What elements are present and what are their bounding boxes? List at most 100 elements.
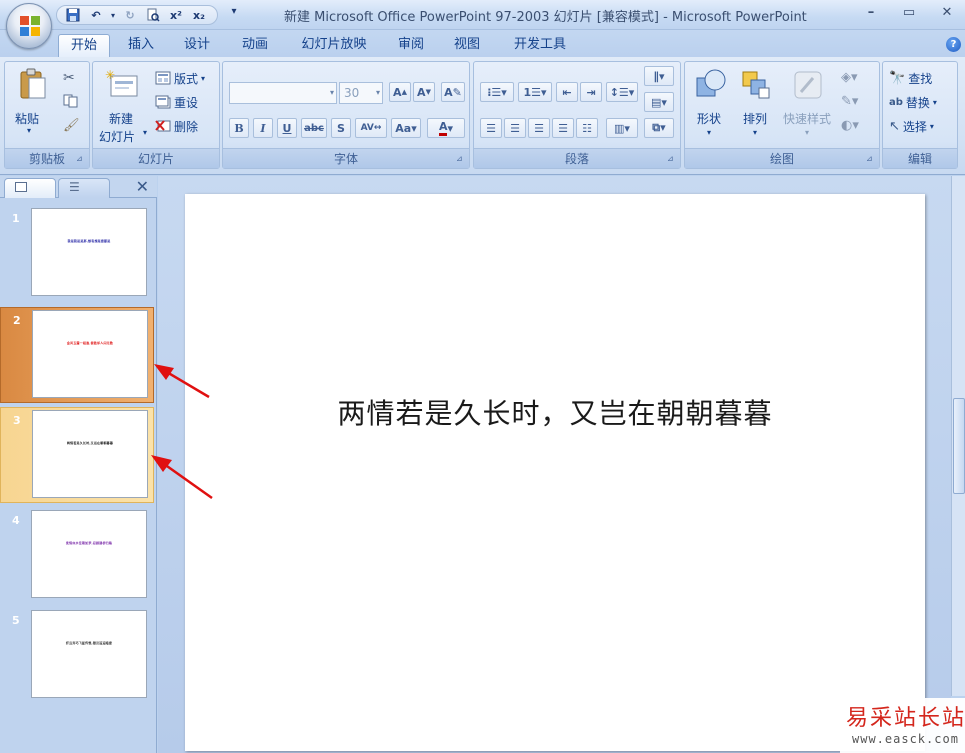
paragraph-launcher-icon[interactable]: ⊿: [667, 154, 677, 164]
increase-indent-icon[interactable]: ⇥: [580, 82, 602, 102]
numbering-icon[interactable]: 1☰▾: [518, 82, 552, 102]
distributed-icon[interactable]: ☷: [576, 118, 598, 138]
arrange-button[interactable]: 排列 ▾: [735, 66, 779, 144]
slide-canvas[interactable]: 两情若是久长时，又岂在朝朝暮暮: [185, 194, 925, 751]
reset-button[interactable]: 重设: [155, 92, 198, 112]
undo-dropdown-icon[interactable]: ▾: [109, 6, 117, 24]
strikethrough-icon[interactable]: abc: [301, 118, 327, 138]
tab-design[interactable]: 设计: [174, 34, 220, 58]
font-name-combo[interactable]: ▾: [229, 82, 337, 104]
slides-panel: ☰ ✕ 1 我是我是是那,想有想是您都是 2 金风玉露一相逢,便胜却人间无数 3…: [0, 176, 157, 753]
print-preview-icon[interactable]: [143, 6, 163, 24]
minimize-button[interactable]: –: [861, 4, 881, 22]
close-button[interactable]: ✕: [937, 4, 957, 22]
smartart-icon[interactable]: ⧉▾: [644, 118, 674, 138]
tab-home[interactable]: 开始: [58, 34, 110, 58]
tab-view[interactable]: 视图: [444, 34, 490, 58]
new-slide-button[interactable]: ✳ 新建 幻灯片 ▾: [97, 66, 151, 144]
change-case-icon[interactable]: Aa▾: [391, 118, 421, 138]
shape-effects-icon[interactable]: ◐▾: [841, 118, 859, 133]
delete-slide-button[interactable]: 删除: [155, 116, 198, 136]
clear-format-icon[interactable]: A✎: [441, 82, 465, 102]
thumbnail-text: 纤云弄巧飞星传恨,银汉迢迢暗度: [65, 641, 113, 645]
scrollbar-thumb[interactable]: [953, 398, 965, 494]
slide-thumbnail: 我是我是是那,想有想是您都是: [31, 208, 147, 296]
text-direction-icon[interactable]: ∥▾: [644, 66, 674, 86]
align-text-icon[interactable]: ▤▾: [644, 92, 674, 112]
group-label-editing: 编辑: [883, 148, 957, 168]
maximize-button[interactable]: ▭: [899, 4, 919, 22]
layout-dropdown-icon: ▾: [201, 73, 206, 83]
tab-review[interactable]: 审阅: [388, 34, 434, 58]
tab-slides[interactable]: [4, 178, 56, 198]
slide-thumb-3[interactable]: 3 两情若是久长时,又岂在朝朝暮暮: [0, 407, 154, 503]
help-icon[interactable]: ?: [946, 37, 961, 52]
title-bar: ↶ ▾ ↻ x² x₂ ▾ 新建 Microsoft Office PowerP…: [0, 0, 965, 30]
font-size-value: 30: [344, 86, 360, 100]
superscript-icon[interactable]: x²: [166, 6, 186, 24]
subscript-icon[interactable]: x₂: [189, 6, 209, 24]
thumbnail-text: 金风玉露一相逢,便胜却人间无数: [66, 341, 114, 345]
find-button[interactable]: 🔭 查找: [889, 68, 932, 88]
office-button[interactable]: [6, 3, 52, 49]
paste-dropdown-icon[interactable]: ▾: [27, 126, 31, 135]
slide-number: 5: [12, 614, 20, 627]
char-spacing-icon[interactable]: AV↔: [355, 118, 387, 138]
grow-font-icon[interactable]: A ▲: [389, 82, 411, 102]
slide-text-box[interactable]: 两情若是久长时，又岂在朝朝暮暮: [185, 392, 925, 432]
line-spacing-icon[interactable]: ↕☰▾: [606, 82, 638, 102]
shape-outline-icon[interactable]: ✎▾: [841, 94, 858, 109]
drawing-launcher-icon[interactable]: ⊿: [866, 154, 876, 164]
shape-fill-icon[interactable]: ◈▾: [841, 70, 858, 85]
watermark: 易采站长站 www.easck.com: [840, 698, 965, 753]
font-size-combo[interactable]: 30 ▾: [339, 82, 383, 104]
format-painter-icon[interactable]: 🖌: [63, 118, 80, 133]
font-launcher-icon[interactable]: ⊿: [456, 154, 466, 164]
underline-icon[interactable]: U: [277, 118, 297, 138]
undo-icon[interactable]: ↶: [86, 6, 106, 24]
columns-icon[interactable]: ▥▾: [606, 118, 638, 138]
bullets-icon[interactable]: ⁝☰▾: [480, 82, 514, 102]
clipboard-launcher-icon[interactable]: ⊿: [76, 154, 86, 164]
slide-thumb-4[interactable]: 4 柔情似水佳期如梦,忍顾鹊桥归路: [0, 508, 154, 604]
shapes-icon: [696, 69, 726, 97]
customize-qat-icon[interactable]: ▾: [228, 6, 240, 24]
italic-icon[interactable]: I: [253, 118, 273, 138]
justify-icon[interactable]: ☰: [552, 118, 574, 138]
tab-outline[interactable]: ☰: [58, 178, 110, 198]
cut-icon[interactable]: ✂: [63, 70, 75, 86]
save-icon[interactable]: [63, 6, 83, 24]
tab-animations[interactable]: 动画: [232, 34, 278, 58]
svg-text:✳: ✳: [105, 68, 115, 82]
slide-thumb-2[interactable]: 2 金风玉露一相逢,便胜却人间无数: [0, 307, 154, 403]
slide-thumb-5[interactable]: 5 纤云弄巧飞星传恨,银汉迢迢暗度: [0, 608, 154, 704]
decrease-indent-icon[interactable]: ⇤: [556, 82, 578, 102]
font-color-icon[interactable]: A ▾: [427, 118, 465, 138]
slide-thumb-1[interactable]: 1 我是我是是那,想有想是您都是: [0, 206, 154, 302]
slide-number: 3: [13, 414, 21, 427]
slide-number: 1: [12, 212, 20, 225]
group-label-font: 字体: [223, 148, 469, 168]
select-button[interactable]: ↖ 选择 ▾: [889, 116, 934, 136]
vertical-scrollbar[interactable]: [951, 176, 965, 696]
tab-developer[interactable]: 开发工具: [504, 34, 576, 58]
new-slide-dropdown-icon[interactable]: ▾: [143, 128, 147, 137]
shrink-font-icon[interactable]: A ▼: [413, 82, 435, 102]
align-right-icon[interactable]: ☰: [528, 118, 550, 138]
shapes-button[interactable]: 形状 ▾: [689, 66, 733, 144]
copy-icon[interactable]: [63, 94, 79, 108]
redo-icon[interactable]: ↻: [120, 6, 140, 24]
thumbnail-text: 两情若是久长时,又岂在朝朝暮暮: [66, 441, 114, 445]
layout-button[interactable]: 版式 ▾: [155, 68, 205, 88]
paste-button[interactable]: 粘贴 ▾: [13, 66, 53, 140]
tab-insert[interactable]: 插入: [118, 34, 164, 58]
new-slide-label-2: 幻灯片: [99, 130, 136, 144]
tab-slideshow[interactable]: 幻灯片放映: [292, 34, 376, 58]
align-left-icon[interactable]: ☰: [480, 118, 502, 138]
shadow-icon[interactable]: S: [331, 118, 351, 138]
close-panel-icon[interactable]: ✕: [136, 177, 149, 196]
replace-button[interactable]: ab 替换 ▾: [889, 92, 937, 112]
align-center-icon[interactable]: ☰: [504, 118, 526, 138]
bold-icon[interactable]: B: [229, 118, 249, 138]
quick-styles-button[interactable]: 快速样式 ▾: [781, 66, 837, 144]
